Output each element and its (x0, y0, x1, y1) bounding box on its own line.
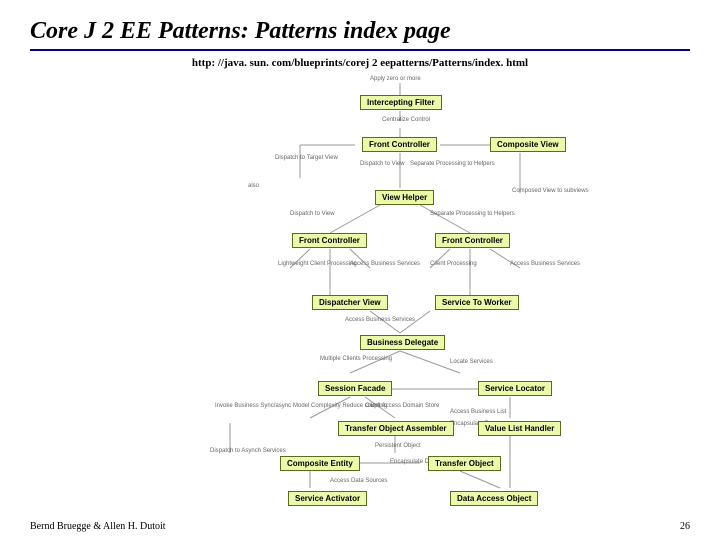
node-service-to-worker: Service To Worker (435, 295, 519, 310)
label-lightweight: Lightweight Client Processing (278, 261, 357, 268)
connector-lines (0, 73, 720, 503)
label-multiple: Multiple Clients Processing (320, 356, 392, 363)
label-dispatch-async: Dispatch to Asynch Services (210, 448, 286, 455)
node-transfer-object: Transfer Object (428, 456, 501, 471)
label-access-biz2: Access Business Services (510, 261, 580, 268)
label-invoke-sync: Invoke Business Sync/async (215, 403, 291, 410)
node-composite-entity: Composite Entity (280, 456, 360, 471)
node-composite-view: Composite View (490, 137, 566, 152)
node-session-facade: Session Facade (318, 381, 392, 396)
label-persistent: Persistent Object (375, 443, 421, 450)
node-data-access-object: Data Access Object (450, 491, 538, 506)
label-composed: Composed View to subviews (512, 188, 589, 195)
label-apply: Apply zero or more (370, 76, 421, 83)
node-service-activator: Service Activator (288, 491, 367, 506)
label-access-bizl: Access Business List (450, 409, 506, 416)
label-centralize: Centralize Control (382, 117, 430, 124)
node-front-controller-1: Front Controller (362, 137, 437, 152)
label-dispatch-view2: Dispatch to View (290, 211, 335, 218)
label-dispatch-view: Dispatch to View (360, 161, 405, 168)
node-service-locator: Service Locator (478, 381, 552, 396)
label-dispatch-target: Dispatch to Target View (275, 155, 338, 162)
diagram: Apply zero or more Centralize Control Di… (0, 73, 720, 503)
source-url: http: //java. sun. com/blueprints/corej … (0, 57, 720, 69)
label-locate: Locate Services (450, 359, 493, 366)
label-also: also (248, 183, 259, 190)
node-transfer-object-assembler: Transfer Object Assembler (338, 421, 454, 436)
node-value-list-handler: Value List Handler (478, 421, 561, 436)
footer-author: Bernd Bruegge & Allen H. Dutoit (30, 521, 166, 532)
node-business-delegate: Business Delegate (360, 335, 445, 350)
page-number: 26 (680, 521, 690, 532)
node-front-controller-2: Front Controller (292, 233, 367, 248)
label-client-access: Client Access Domain Store (365, 403, 439, 410)
label-separate-helpers2: Separate Processing to Helpers (430, 211, 515, 218)
label-access-biz1: Access Business Services (350, 261, 420, 268)
label-access-biz3: Access Business Services (345, 317, 415, 324)
label-client-proc: Client Processing (430, 261, 477, 268)
title-underline (30, 49, 690, 51)
node-dispatcher-view: Dispatcher View (312, 295, 388, 310)
label-access-ds: Access Data Sources (330, 478, 387, 485)
label-separate-helpers: Separate Processing to Helpers (410, 161, 495, 168)
node-intercepting-filter: Intercepting Filter (360, 95, 442, 110)
node-view-helper: View Helper (375, 190, 434, 205)
node-front-controller-3: Front Controller (435, 233, 510, 248)
page-title: Core J 2 EE Patterns: Patterns index pag… (0, 0, 720, 49)
